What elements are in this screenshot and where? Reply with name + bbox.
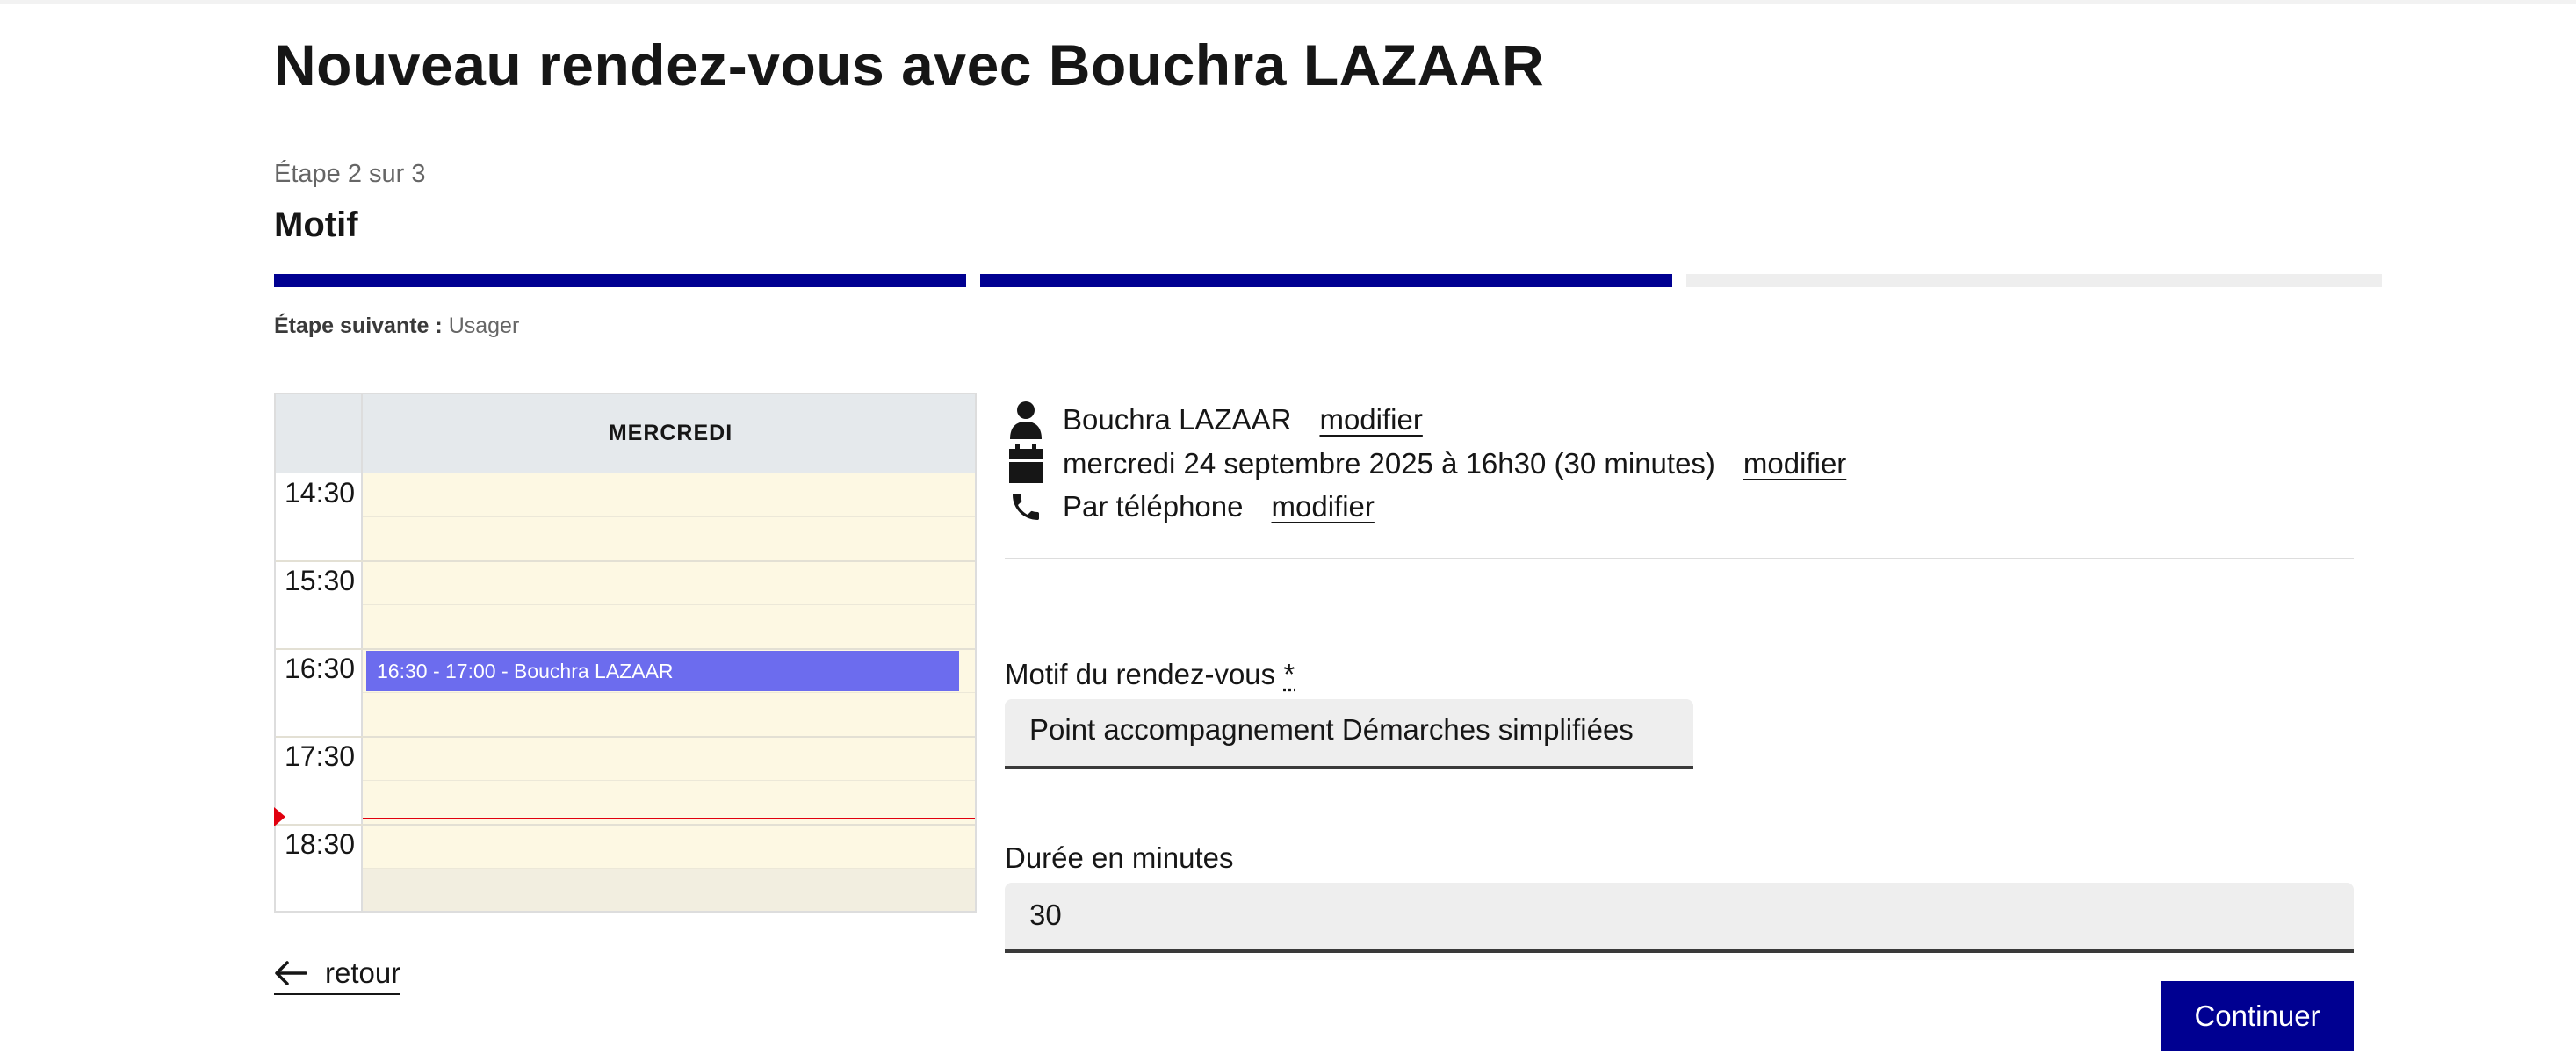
stepper-segment-1 [274, 274, 966, 287]
modify-location-link[interactable]: modifier [1272, 490, 1375, 523]
duration-label: Durée en minutes [1005, 841, 1234, 874]
hour-line [276, 648, 975, 650]
appointment-datetime: mercredi 24 septembre 2025 à 16h30 (30 m… [1063, 447, 1715, 480]
summary-agent: Bouchra LAZAAR modifier [1007, 401, 1423, 439]
summary-divider [1005, 558, 2354, 559]
current-time-marker-icon [274, 807, 285, 826]
time-label: 16:30 [285, 653, 356, 684]
calendar-icon [1007, 444, 1045, 483]
modify-datetime-link[interactable]: modifier [1743, 447, 1846, 480]
page-title: Nouveau rendez-vous avec Bouchra LAZAAR [274, 32, 1545, 97]
motif-select[interactable]: Point accompagnement Démarches simplifié… [1005, 699, 1693, 769]
hour-line [276, 824, 975, 826]
stepper-segment-3 [1686, 274, 2382, 287]
duration-input[interactable]: 30 [1005, 883, 2354, 953]
time-label: 18:30 [285, 828, 356, 860]
time-label: 17:30 [285, 740, 356, 772]
time-label: 14:30 [285, 477, 356, 509]
summary-location: Par téléphone modifier [1007, 487, 1375, 526]
continue-button[interactable]: Continuer [2161, 981, 2354, 1051]
next-step-label: Étape suivante : [274, 314, 443, 338]
calendar-off-hours [363, 868, 975, 911]
hour-line [276, 736, 975, 738]
agent-name: Bouchra LAZAAR [1063, 403, 1292, 436]
step-count: Étape 2 sur 3 [274, 160, 426, 188]
top-border [0, 0, 2576, 4]
back-link[interactable]: retour [274, 956, 401, 995]
back-link-label: retour [325, 956, 401, 989]
modify-agent-link[interactable]: modifier [1319, 403, 1422, 437]
step-title: Motif [274, 206, 358, 244]
time-label: 15:30 [285, 565, 356, 596]
next-step-info: Étape suivante : Usager [274, 314, 519, 339]
motif-label: Motif du rendez-vous * [1005, 658, 1295, 691]
day-calendar: MERCREDI 14:30 15:30 16:30 17:30 18:30 1… [274, 393, 977, 913]
half-hour-line [363, 604, 975, 605]
summary-datetime: mercredi 24 septembre 2025 à 16h30 (30 m… [1007, 444, 1846, 483]
user-icon [1007, 401, 1045, 439]
calendar-day-header: MERCREDI [363, 394, 975, 473]
stepper-segment-2 [980, 274, 1672, 287]
current-time-line [363, 818, 975, 819]
calendar-event[interactable]: 16:30 - 17:00 - Bouchra LAZAAR [366, 651, 959, 691]
calendar-corner [276, 394, 363, 473]
arrow-left-icon [275, 960, 307, 985]
appointment-location: Par téléphone [1063, 490, 1244, 523]
phone-icon [1007, 487, 1045, 526]
motif-label-text: Motif du rendez-vous [1005, 658, 1276, 690]
half-hour-line [363, 868, 975, 869]
required-marker: * [1283, 658, 1295, 690]
half-hour-line [363, 780, 975, 781]
next-step-value: Usager [448, 314, 520, 338]
hour-line [276, 560, 975, 562]
half-hour-line [363, 516, 975, 517]
half-hour-line [363, 692, 975, 693]
stepper-bar [274, 274, 2382, 287]
